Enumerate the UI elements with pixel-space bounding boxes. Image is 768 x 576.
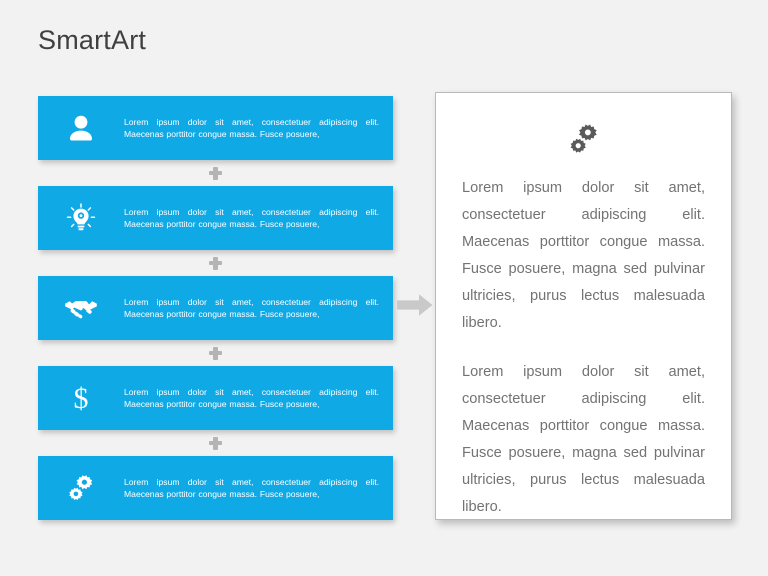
list-item: Lorem ipsum dolor sit amet, consectetuer… xyxy=(38,276,393,366)
plus-icon xyxy=(209,436,222,450)
step-bar-3[interactable]: Lorem ipsum dolor sit amet, consectetuer… xyxy=(38,276,393,340)
step-text: Lorem ipsum dolor sit amet, consectetuer… xyxy=(124,296,379,319)
step-bar-1[interactable]: Lorem ipsum dolor sit amet, consectetuer… xyxy=(38,96,393,160)
steps-column: Lorem ipsum dolor sit amet, consectetuer… xyxy=(38,96,393,520)
gears-icon xyxy=(38,456,124,520)
result-panel: Lorem ipsum dolor sit amet, consectetuer… xyxy=(435,92,732,520)
page-title: SmartArt xyxy=(38,25,147,55)
list-item: Lorem ipsum dolor sit amet, consectetuer… xyxy=(38,96,393,186)
step-text: Lorem ipsum dolor sit amet, consectetuer… xyxy=(124,116,379,139)
connector-plus-1 xyxy=(38,160,393,186)
connector-plus-3 xyxy=(38,340,393,366)
step-bar-4[interactable]: $ Lorem ipsum dolor sit amet, consectetu… xyxy=(38,366,393,430)
panel-paragraph-2: Lorem ipsum dolor sit amet, consectetuer… xyxy=(462,364,705,515)
user-icon xyxy=(38,96,124,160)
step-bar-5[interactable]: Lorem ipsum dolor sit amet, consectetuer… xyxy=(38,456,393,520)
panel-paragraph-1: Lorem ipsum dolor sit amet, consectetuer… xyxy=(462,180,705,331)
right-arrow-icon xyxy=(397,292,433,318)
step-bar-2[interactable]: Lorem ipsum dolor sit amet, consectetuer… xyxy=(38,186,393,250)
connector-plus-2 xyxy=(38,250,393,276)
dollar-icon: $ xyxy=(38,366,124,430)
gears-icon xyxy=(462,117,705,161)
list-item: Lorem ipsum dolor sit amet, consectetuer… xyxy=(38,186,393,276)
plus-icon xyxy=(209,256,222,270)
step-text: Lorem ipsum dolor sit amet, consectetuer… xyxy=(124,386,379,409)
step-text: Lorem ipsum dolor sit amet, consectetuer… xyxy=(124,206,379,229)
lightbulb-icon xyxy=(38,186,124,250)
connector-plus-4 xyxy=(38,430,393,456)
plus-icon xyxy=(209,166,222,180)
list-item: $ Lorem ipsum dolor sit amet, consectetu… xyxy=(38,366,393,456)
list-item: Lorem ipsum dolor sit amet, consectetuer… xyxy=(38,456,393,520)
step-text: Lorem ipsum dolor sit amet, consectetuer… xyxy=(124,476,379,499)
svg-text:$: $ xyxy=(74,382,89,414)
plus-icon xyxy=(209,346,222,360)
smartart-slide: SmartArt Lorem ipsum dolor sit amet, con… xyxy=(0,0,768,576)
handshake-icon xyxy=(38,276,124,340)
